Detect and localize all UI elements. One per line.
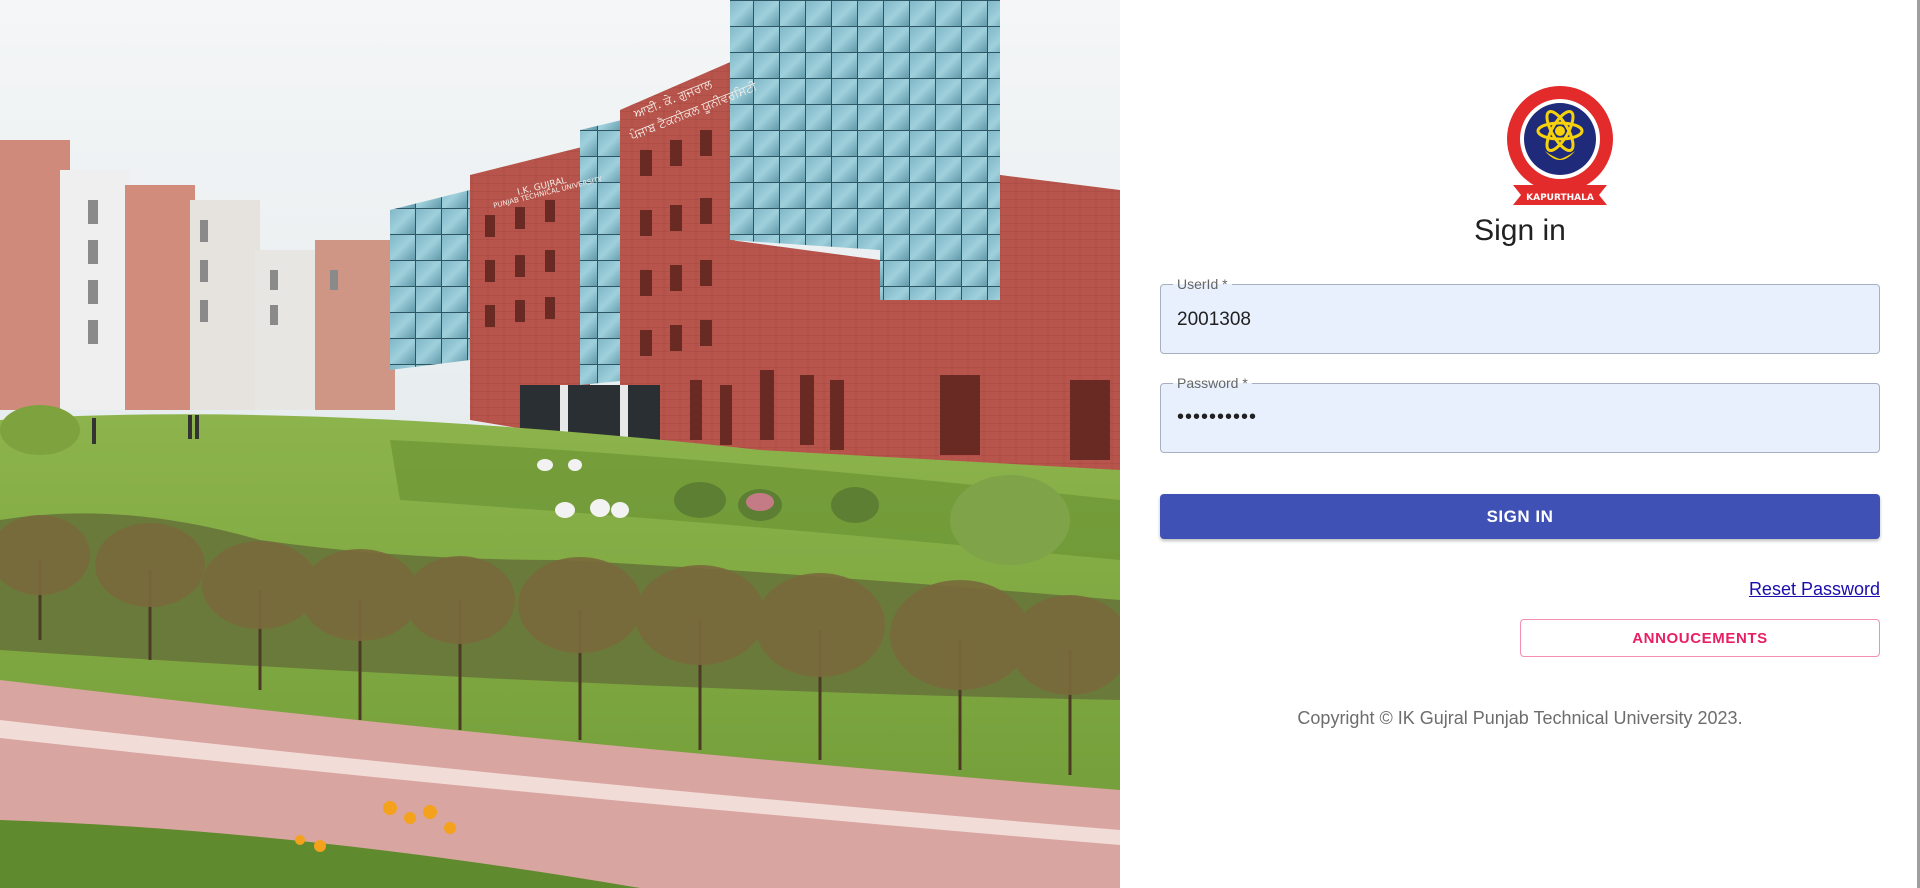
campus-photo: I.K. GUJRAL PUNJAB TECHNICAL UNIVERSITY … <box>0 0 1120 888</box>
password-label: Password * <box>1173 375 1252 391</box>
userid-input[interactable] <box>1177 309 1857 331</box>
userid-label: UserId * <box>1173 276 1232 292</box>
copyright-text: Copyright © IK Gujral Punjab Technical U… <box>1297 708 1743 728</box>
password-input[interactable] <box>1177 406 1857 429</box>
logo-ribbon-text: KAPURTHALA <box>1526 193 1594 203</box>
campus-illustration: I.K. GUJRAL PUNJAB TECHNICAL UNIVERSITY … <box>0 0 1120 888</box>
announcements-button[interactable]: ANNOUCEMENTS <box>1520 619 1880 657</box>
reset-password-link[interactable]: Reset Password <box>1749 579 1880 600</box>
password-field[interactable]: Password * <box>1160 375 1880 453</box>
userid-field[interactable]: UserId * <box>1160 276 1880 354</box>
page-title: Sign in <box>1474 214 1566 247</box>
sign-in-button[interactable]: SIGN IN <box>1160 494 1880 539</box>
sign-in-panel: KAPURTHALA Sign in UserId * Password * S… <box>1120 0 1920 888</box>
university-logo-icon: KAPURTHALA <box>1507 79 1613 207</box>
